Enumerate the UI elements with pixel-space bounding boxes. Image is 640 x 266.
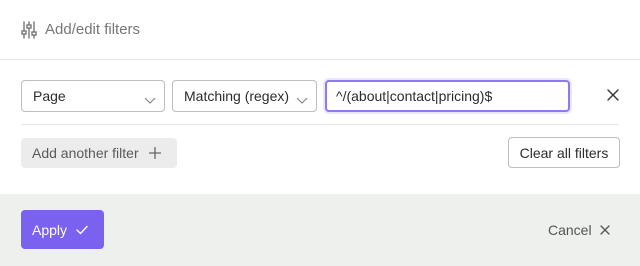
clear-all-label: Clear all filters [519, 144, 609, 161]
divider [21, 124, 619, 125]
operator-select-value: Matching (regex) [184, 88, 290, 104]
field-select[interactable]: Page [21, 80, 165, 112]
chevron-down-icon [296, 92, 308, 104]
apply-label: Apply [32, 221, 68, 238]
field-select-value: Page [33, 88, 66, 104]
dialog-header: Add/edit filters [0, 0, 640, 60]
filter-pattern-input[interactable] [325, 80, 570, 112]
cancel-label: Cancel [548, 222, 592, 238]
chevron-down-icon [144, 92, 156, 104]
sliders-icon [21, 20, 37, 39]
add-filter-label: Add another filter [32, 145, 139, 161]
operator-select[interactable]: Matching (regex) [172, 80, 317, 112]
close-icon [607, 88, 619, 106]
clear-all-filters-button[interactable]: Clear all filters [508, 137, 620, 168]
dialog-title: Add/edit filters [45, 21, 141, 38]
check-icon [76, 225, 88, 235]
plus-icon [148, 147, 161, 159]
dialog-footer: Apply Cancel [0, 194, 640, 266]
apply-button[interactable]: Apply [21, 210, 104, 249]
filter-row: Page Matching (regex) [0, 80, 640, 114]
add-filter-button[interactable]: Add another filter [21, 138, 177, 168]
close-icon [599, 225, 610, 235]
cancel-button[interactable]: Cancel [548, 220, 610, 240]
remove-filter-button[interactable] [604, 88, 622, 106]
